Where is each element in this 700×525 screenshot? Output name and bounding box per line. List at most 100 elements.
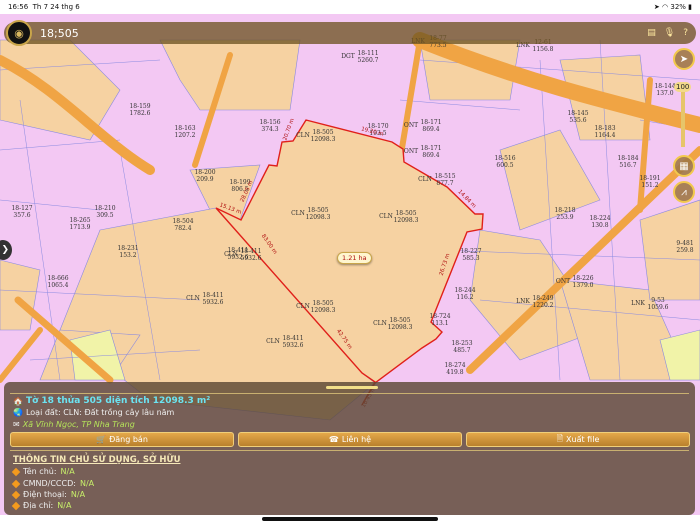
- parcel-label[interactable]: 18-111 5260.7: [357, 50, 378, 64]
- parcel-info-panel: 🏠 Tờ 18 thửa 505 diện tích 12098.3 m² 🌏 Lo…: [4, 382, 695, 515]
- owner-address-row: Địa chỉ: N/A: [11, 501, 71, 510]
- locate-me-button[interactable]: ➤: [673, 48, 695, 70]
- export-label: Xuất file: [566, 435, 600, 444]
- owner-phone-row: Điện thoại: N/A: [11, 490, 85, 499]
- globe-icon: 🌏: [13, 408, 23, 417]
- parcel-label[interactable]: 18-145 535.6: [567, 110, 588, 124]
- parcel-label[interactable]: 18-171 869.4: [420, 145, 441, 159]
- panel-drag-handle[interactable]: [326, 386, 378, 389]
- parcel-label[interactable]: 18-231 153.2: [117, 245, 138, 259]
- parcel-label[interactable]: 18-515 877.7: [434, 173, 455, 187]
- owner-section-title: THÔNG TIN CHỦ SỬ DỤNG, SỞ HỮU: [13, 455, 181, 465]
- land-type-code: CLN: [291, 210, 305, 217]
- microphone-icon[interactable]: 🎙: [664, 28, 675, 38]
- status-bar: 16:56 Th 7 24 thg 6 ➤ ◠ 32% ▮: [0, 0, 700, 14]
- parcel-label[interactable]: 18-505 12098.3: [394, 210, 419, 224]
- parcel-label[interactable]: 18-191 151.2: [639, 175, 660, 189]
- area-badge: 1.21 ha: [337, 252, 372, 264]
- land-type-code: CLN: [379, 213, 393, 220]
- land-type-code: DGT: [341, 53, 355, 60]
- top-search-bar: ◉ 18;505 ▤ 🎙 ?: [4, 20, 696, 46]
- parcel-label[interactable]: 18-411 5932.6: [227, 247, 248, 261]
- grid-toggle-button[interactable]: ▦: [673, 155, 695, 177]
- parcel-label[interactable]: 18-505 12098.3: [306, 207, 331, 221]
- export-file-button[interactable]: 🗎 Xuất file: [466, 432, 690, 447]
- parcel-label[interactable]: 18-183 1164.4: [594, 125, 615, 139]
- parcel-label[interactable]: 18-159 1782.6: [129, 103, 150, 117]
- parcel-label[interactable]: 18-156 374.3: [259, 119, 280, 133]
- grid-icon: ▦: [679, 160, 689, 172]
- home-indicator[interactable]: [262, 517, 438, 521]
- house-icon: 🏠: [13, 396, 23, 406]
- search-input[interactable]: 18;505: [40, 27, 647, 40]
- parcel-label[interactable]: 18-411 5932.6: [282, 335, 303, 349]
- diamond-bullet-icon: [11, 490, 21, 499]
- app-logo[interactable]: ◉: [6, 20, 32, 46]
- navigation-arrow-icon: ➤: [679, 53, 689, 65]
- sell-label: Đăng bán: [109, 435, 148, 444]
- battery-indicator: ➤ ◠ 32% ▮: [653, 3, 692, 11]
- parcel-label[interactable]: 18-184 516.7: [617, 155, 638, 169]
- land-type-code: LNK: [516, 298, 530, 305]
- parcel-label[interactable]: 18-224 130.8: [589, 215, 610, 229]
- envelope-icon: ✉: [13, 420, 20, 429]
- parcel-label[interactable]: 18-505 12098.3: [388, 317, 413, 331]
- parcel-label[interactable]: 18-504 782.4: [172, 218, 193, 232]
- parcel-label[interactable]: 18-274 419.8: [444, 362, 465, 376]
- contact-button[interactable]: ☎ Liên hệ: [238, 432, 462, 447]
- parcel-title: Tờ 18 thửa 505 diện tích 12098.3 m²: [25, 396, 211, 406]
- sell-button[interactable]: 🛒 Đăng bán: [10, 432, 234, 447]
- status-time-date: 16:56 Th 7 24 thg 6: [8, 3, 80, 11]
- opacity-slider[interactable]: [681, 92, 685, 147]
- parcel-label[interactable]: 18-505 12098.3: [311, 300, 336, 314]
- parcel-label[interactable]: 18-226 1379.0: [572, 275, 593, 289]
- parcel-label[interactable]: 18-253 485.7: [451, 340, 472, 354]
- parcel-label[interactable]: 18-210 309.5: [94, 205, 115, 219]
- parcel-label[interactable]: 18-227 585.3: [460, 248, 481, 262]
- land-type-code: ONT: [404, 148, 418, 155]
- land-type-code: CLN: [186, 295, 200, 302]
- keyboard-icon[interactable]: ▤: [647, 28, 656, 38]
- divider: [10, 450, 689, 451]
- address: Xã Vĩnh Ngọc, TP Nha Trang: [22, 420, 135, 429]
- contact-label: Liên hệ: [341, 435, 372, 444]
- parcel-label[interactable]: 18-724 113.1: [429, 313, 450, 327]
- parcel-label[interactable]: 18-127 357.6: [11, 205, 32, 219]
- land-type-code: LNK: [631, 300, 645, 307]
- parcel-label[interactable]: 18-249 1220.2: [532, 295, 553, 309]
- compass-measure-icon: ⩘: [681, 186, 687, 198]
- land-type: Loại đất: CLN: Đất trồng cây lâu năm: [25, 408, 175, 417]
- parcel-label[interactable]: 18-163 1207.2: [174, 125, 195, 139]
- parcel-label[interactable]: 18-265 1713.9: [69, 217, 90, 231]
- diamond-bullet-icon: [11, 479, 21, 488]
- chevron-right-icon: ❯: [1, 245, 9, 255]
- file-icon: 🗎: [556, 433, 564, 443]
- parcel-label[interactable]: 18-505 12098.3: [311, 129, 336, 143]
- cart-icon: 🛒: [96, 435, 107, 444]
- land-type-code: CLN: [373, 320, 387, 327]
- land-type-code: CLN: [418, 176, 432, 183]
- land-type-code: CLN: [296, 132, 310, 139]
- parcel-label[interactable]: 18-200 209.9: [194, 169, 215, 183]
- diamond-bullet-icon: [11, 501, 21, 510]
- measure-button[interactable]: ⩘: [673, 181, 695, 203]
- land-type-code: CLN: [296, 303, 310, 310]
- land-type-code: CLN: [266, 338, 280, 345]
- owner-name-row: Tên chủ: N/A: [11, 467, 75, 476]
- land-type-code: ONT: [556, 278, 570, 285]
- owner-id-row: CMND/CCCD: N/A: [11, 479, 94, 488]
- parcel-label[interactable]: 18-244 116.2: [454, 287, 475, 301]
- parcel-label[interactable]: 18-516 600.5: [494, 155, 515, 169]
- parcel-label[interactable]: 9-481 259.8: [676, 240, 693, 254]
- land-type-code: ONT: [404, 122, 418, 129]
- parcel-label[interactable]: 18-171 869.4: [420, 119, 441, 133]
- help-icon[interactable]: ?: [683, 28, 688, 38]
- parcel-label[interactable]: 18-666 1065.4: [47, 275, 68, 289]
- divider: [10, 393, 689, 394]
- diamond-bullet-icon: [11, 467, 21, 476]
- parcel-label[interactable]: 18-411 5932.6: [202, 292, 223, 306]
- slider-value: 100: [674, 82, 692, 92]
- phone-icon: ☎: [328, 435, 339, 444]
- parcel-label[interactable]: 18-218 253.9: [554, 207, 575, 221]
- parcel-label[interactable]: 18-144 137.0: [654, 83, 675, 97]
